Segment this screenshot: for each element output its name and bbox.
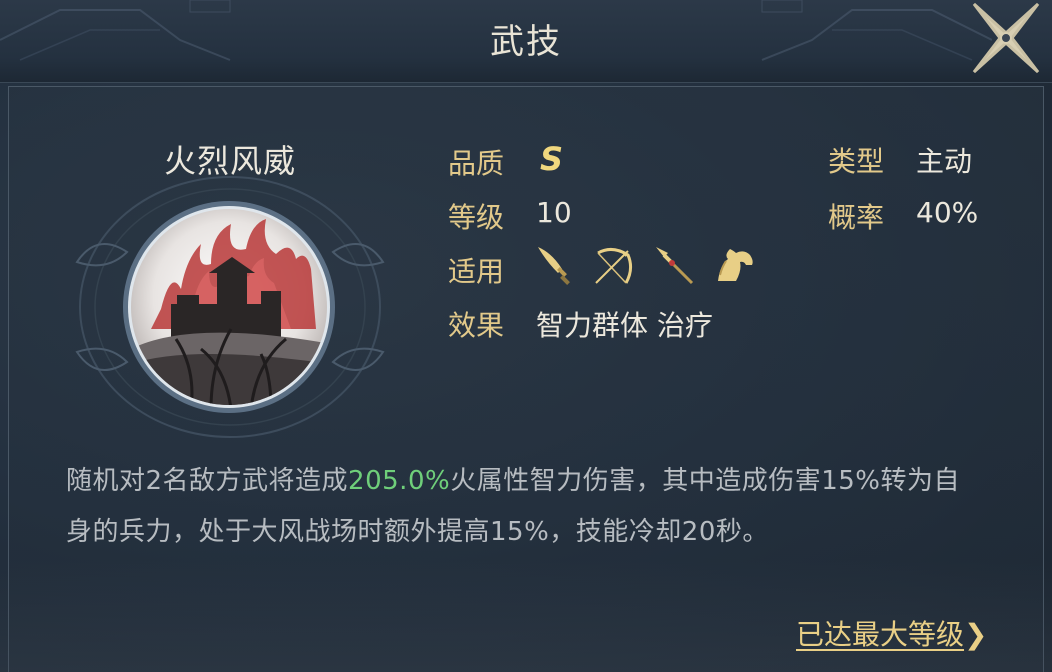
level-label: 等级 (448, 201, 505, 234)
applicable-label: 适用 (448, 255, 505, 288)
horse-icon (712, 243, 756, 287)
skill-detail-window: 武技 火烈风威 品质 S 等级 10 适用 效果 智力群体 治疗 类型 主动 概… (0, 0, 1052, 672)
type-label: 类型 (828, 145, 885, 178)
close-icon (972, 2, 1040, 74)
sword-icon (532, 243, 576, 287)
spear-icon (652, 243, 696, 287)
burning-fortress-icon (121, 199, 337, 415)
header-bar: 武技 (0, 0, 1052, 83)
chance-value: 40% (916, 196, 979, 229)
max-level-label: 已达最大等级 (796, 618, 965, 651)
quality-label: 品质 (448, 147, 505, 180)
chevron-right-icon: ❯ (964, 618, 988, 651)
level-value: 10 (536, 196, 572, 229)
damage-percent: 205.0% (348, 466, 451, 496)
type-value: 主动 (916, 145, 973, 178)
max-level-link[interactable]: 已达最大等级❯ (796, 613, 987, 653)
effect-value: 智力群体 治疗 (536, 309, 713, 342)
close-button[interactable] (966, 0, 1046, 76)
bow-icon (592, 243, 636, 287)
page-title: 武技 (490, 22, 562, 62)
effect-label: 效果 (448, 309, 505, 342)
skill-description: 随机对2名敌方武将造成205.0%火属性智力伤害，其中造成伤害15%转为自身的兵… (66, 456, 966, 558)
chance-label: 概率 (828, 201, 885, 234)
description-text-1: 随机对2名敌方武将造成 (66, 466, 349, 496)
quality-grade: S (540, 140, 564, 178)
